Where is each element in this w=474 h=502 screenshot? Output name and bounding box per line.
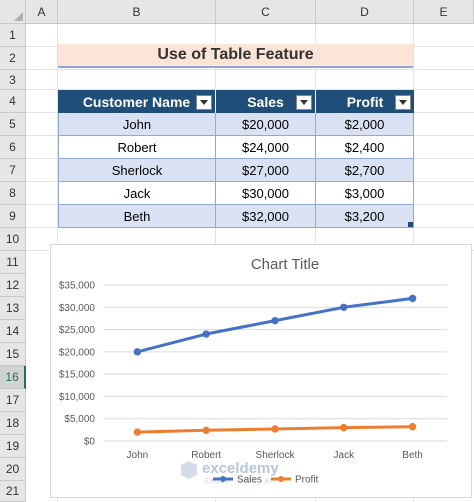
row-header-10[interactable]: 10 [0,228,26,251]
column-header-a[interactable]: A [26,0,58,24]
x-tick-label: Jack [334,450,356,461]
data-point-sales [408,294,417,303]
filter-dropdown-button[interactable] [296,95,312,110]
data-point-profit [408,423,417,431]
data-point-profit [202,426,210,435]
legend-marker-profit [278,476,284,482]
table-cell-sales[interactable]: $20,000 [216,113,316,136]
table-cell-customer[interactable]: Jack [58,182,216,205]
legend-marker-sales [220,476,226,482]
row-header-11[interactable]: 11 [0,251,26,274]
data-point-sales [271,316,279,325]
column-header-c[interactable]: C [216,0,316,24]
row-header-2[interactable]: 2 [0,47,26,70]
table-cell-sales[interactable]: $27,000 [216,159,316,182]
column-header-b[interactable]: B [58,0,216,24]
data-point-profit [340,423,348,432]
row-header-4[interactable]: 4 [0,90,26,113]
table-resize-handle[interactable] [408,222,413,227]
table-cell-profit[interactable]: $2,700 [316,159,414,182]
table-cell-profit[interactable]: $3,000 [316,182,414,205]
x-tick-label: John [127,450,149,461]
sheet-title-cell[interactable]: Use of Table Feature [58,44,413,68]
data-point-profit [133,428,142,436]
gridline-row [26,69,474,70]
y-tick-label: $10,000 [59,392,96,403]
filter-dropdown-button[interactable] [395,95,411,110]
row-header-5[interactable]: 5 [0,113,26,136]
row-header-9[interactable]: 9 [0,205,26,228]
y-tick-label: $5,000 [64,414,95,425]
table-cell-sales[interactable]: $30,000 [216,182,316,205]
row-header-16[interactable]: 16 [0,366,26,389]
table-cell-profit[interactable]: $2,000 [316,113,414,136]
column-header-d[interactable]: D [316,0,414,24]
table-header-label: Sales [247,93,284,110]
exceldemy-logo-icon [181,461,197,479]
chevron-down-icon [300,100,308,105]
y-tick-label: $25,000 [59,325,96,336]
data-point-sales [340,303,348,311]
column-header-e[interactable]: E [414,0,474,24]
table-cell-profit[interactable]: $3,200 [316,205,414,228]
table-cell-customer[interactable]: Beth [58,205,216,228]
data-point-sales [133,348,142,356]
row-header-8[interactable]: 8 [0,182,26,205]
table-header-sales[interactable]: Sales [216,90,316,113]
select-all-triangle [14,12,23,21]
row-header-13[interactable]: 13 [0,297,26,320]
row-header-3[interactable]: 3 [0,70,26,90]
row-header-7[interactable]: 7 [0,159,26,182]
series-line-sales [135,296,415,354]
row-header-19[interactable]: 19 [0,435,26,458]
table-cell-customer[interactable]: Sherlock [58,159,216,182]
table-cell-profit[interactable]: $2,400 [316,136,414,159]
legend-label-profit: Profit [295,475,319,486]
row-header-18[interactable]: 18 [0,412,26,435]
table-cell-sales[interactable]: $24,000 [216,136,316,159]
chart-svg: Chart Title $0 $5,000 $10,000 $15,000 $20,000… [59,256,447,486]
row-header-20[interactable]: 20 [0,458,26,481]
table-cell-sales[interactable]: $32,000 [216,205,316,228]
x-tick-label: Beth [402,450,423,461]
data-point-profit [271,425,279,433]
chevron-down-icon [200,100,208,105]
row-header-14[interactable]: 14 [0,320,26,343]
data-point-sales [202,330,210,338]
y-tick-label: $15,000 [59,370,96,381]
select-all-corner[interactable] [0,0,26,24]
table-header-profit[interactable]: Profit [316,90,414,113]
row-header-21[interactable]: 21 [0,481,26,502]
y-tick-label: $20,000 [59,347,96,358]
y-tick-label: $35,000 [59,281,96,292]
table-header-label: Customer Name [82,93,191,110]
y-tick-label: $30,000 [59,303,96,314]
row-header-12[interactable]: 12 [0,274,26,297]
row-header-17[interactable]: 17 [0,389,26,412]
table-cell-customer[interactable]: Robert [58,136,216,159]
line-chart[interactable]: Chart Title $0 $5,000 $10,000 $15,000 $20,000… [50,244,472,498]
table-header-label: Profit [346,93,384,110]
table-header-customer-name[interactable]: Customer Name [58,90,216,113]
row-header-6[interactable]: 6 [0,136,26,159]
legend-label-sales: Sales [237,475,262,486]
row-header-1[interactable]: 1 [0,24,26,47]
y-tick-label: $0 [84,437,96,448]
table-cell-customer[interactable]: John [58,113,216,136]
row-header-15[interactable]: 15 [0,343,26,366]
filter-dropdown-button[interactable] [196,95,212,110]
chevron-down-icon [399,100,407,105]
chart-title: Chart Title [251,256,319,273]
